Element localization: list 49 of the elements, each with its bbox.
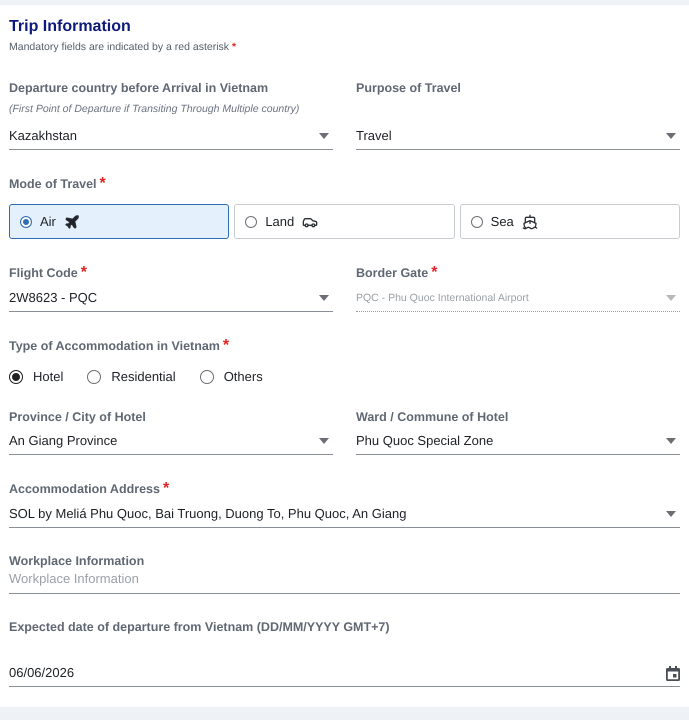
- field-label: Flight Code: [9, 265, 78, 281]
- caret-icon: [666, 295, 676, 301]
- caret-icon: [666, 133, 676, 139]
- travel-mode-option[interactable]: Land: [234, 204, 455, 239]
- calendar-icon[interactable]: [666, 666, 680, 680]
- dropdown-field[interactable]: Kazakhstan: [9, 128, 333, 150]
- required-asterisk: *: [162, 480, 170, 498]
- radio-circle-icon: [245, 216, 258, 228]
- radio-circle-icon: [9, 370, 23, 384]
- field-label: Province / City of Hotel: [9, 409, 146, 425]
- radio-circle-icon: [87, 370, 102, 384]
- field-label: Purpose of Travel: [356, 80, 461, 96]
- caret-icon: [319, 438, 329, 444]
- airplane-icon: [64, 214, 80, 230]
- mandatory-note: Mandatory fields are indicated by a red asterisk *: [9, 40, 238, 54]
- field-label: Type of Accommodation in Vietnam: [9, 338, 220, 354]
- caret-icon: [666, 438, 676, 444]
- required-asterisk: *: [431, 264, 438, 282]
- dropdown-field[interactable]: 2W8623 - PQC: [9, 290, 333, 312]
- radio-circle-icon: [20, 216, 32, 228]
- caret-icon: [319, 295, 329, 301]
- radio-option[interactable]: Hotel: [9, 369, 64, 384]
- field-label: Border Gate: [356, 265, 428, 281]
- dropdown-field[interactable]: Travel: [356, 128, 680, 150]
- dropdown-field[interactable]: SOL by Meliá Phu Quoc, Bai Truong, Duong To, Phu Quoc, An Giang: [9, 506, 680, 528]
- field-label: Mode of Travel: [9, 176, 97, 192]
- dropdown-field[interactable]: Phu Quoc Special Zone: [356, 433, 680, 455]
- workplace-input-field[interactable]: Workplace Information: [9, 571, 680, 594]
- field-label: Ward / Commune of Hotel: [356, 409, 508, 425]
- required-asterisk: *: [222, 337, 230, 355]
- field-label: Accommodation Address: [9, 481, 160, 497]
- travel-mode-option[interactable]: Sea: [460, 204, 680, 239]
- field-hint: (First Point of Departure if Transiting Through Multiple country): [9, 102, 300, 116]
- required-asterisk: *: [80, 264, 87, 282]
- travel-mode-option[interactable]: Air: [9, 204, 230, 239]
- radio-circle-icon: [470, 216, 483, 228]
- field-label: Expected date of departure from Vietnam (DD/MM/YYYY GMT+7): [9, 619, 390, 635]
- dropdown-field[interactable]: An Giang Province: [9, 433, 333, 455]
- field-label: Workplace Information: [9, 553, 144, 569]
- required-asterisk: *: [100, 175, 106, 193]
- caret-icon: [666, 511, 676, 517]
- date-field[interactable]: 06/06/2026: [9, 665, 680, 687]
- radio-option[interactable]: Residential: [87, 369, 176, 384]
- caret-icon: [319, 133, 329, 139]
- ship-icon: [522, 214, 538, 230]
- field-label: Departure country before Arrival in Vietnam: [9, 80, 268, 96]
- radio-circle-icon: [200, 370, 214, 384]
- radio-option[interactable]: Others: [200, 369, 263, 384]
- section-title: Trip Information: [9, 17, 132, 37]
